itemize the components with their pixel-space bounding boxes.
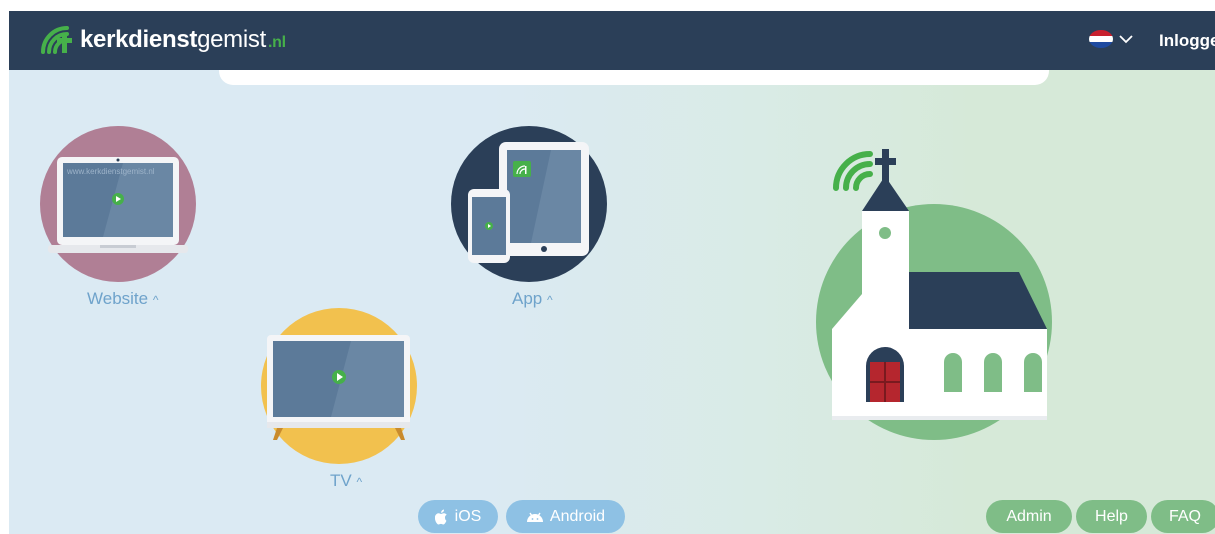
chevron-down-icon <box>1119 35 1133 44</box>
language-selector[interactable] <box>1089 30 1134 48</box>
laptop-icon <box>40 126 196 282</box>
top-navigation-bar: kerkdienstgemist.nl Inloggen <box>9 11 1215 70</box>
brand-link[interactable]: kerkdienstgemist .nl <box>40 25 286 55</box>
brand-name-bold: kerkdienst <box>80 26 198 53</box>
kerkdienstgemist-logo-icon <box>41 26 72 54</box>
admin-button[interactable]: Admin <box>986 500 1072 533</box>
church-illustration <box>814 144 1054 449</box>
login-link[interactable]: Inloggen <box>1159 31 1215 51</box>
tv-device-illustration[interactable] <box>261 308 421 473</box>
brand-name-light: gemist <box>197 26 266 53</box>
app-label[interactable]: App ^ <box>512 289 553 309</box>
ios-app-button[interactable]: iOS <box>418 500 498 533</box>
app-device-illustration[interactable] <box>451 126 611 291</box>
brand-tld: .nl <box>267 34 286 51</box>
church-icon <box>816 149 1052 440</box>
tv-label[interactable]: TV ^ <box>330 471 362 491</box>
tablet-phone-icon <box>451 126 607 282</box>
android-app-button[interactable]: Android <box>506 500 625 533</box>
android-button-label: Android <box>549 507 606 525</box>
chevron-up-icon: ^ <box>356 475 363 489</box>
android-icon <box>526 512 543 522</box>
netherlands-flag-icon <box>1089 30 1113 48</box>
tv-label-text: TV <box>330 471 352 490</box>
ios-button-label: iOS <box>454 507 482 525</box>
website-label-text: Website <box>87 289 149 308</box>
tv-icon <box>261 308 417 464</box>
apple-icon <box>434 509 447 524</box>
website-label[interactable]: Website ^ <box>87 289 158 309</box>
faq-button[interactable]: FAQ <box>1151 500 1215 533</box>
website-screen-url: www.kerkdienstgemist.nl <box>67 167 155 176</box>
brand-name: kerkdienstgemist .nl <box>80 26 286 54</box>
website-device-illustration[interactable]: www.kerkdienstgemist.nl <box>40 126 200 291</box>
chevron-up-icon: ^ <box>152 293 159 307</box>
chevron-up-icon: ^ <box>546 293 553 307</box>
app-label-text: App <box>512 289 543 308</box>
page-frame: kerkdienstgemist.nl Inloggen <box>9 11 1215 534</box>
help-button[interactable]: Help <box>1076 500 1147 533</box>
